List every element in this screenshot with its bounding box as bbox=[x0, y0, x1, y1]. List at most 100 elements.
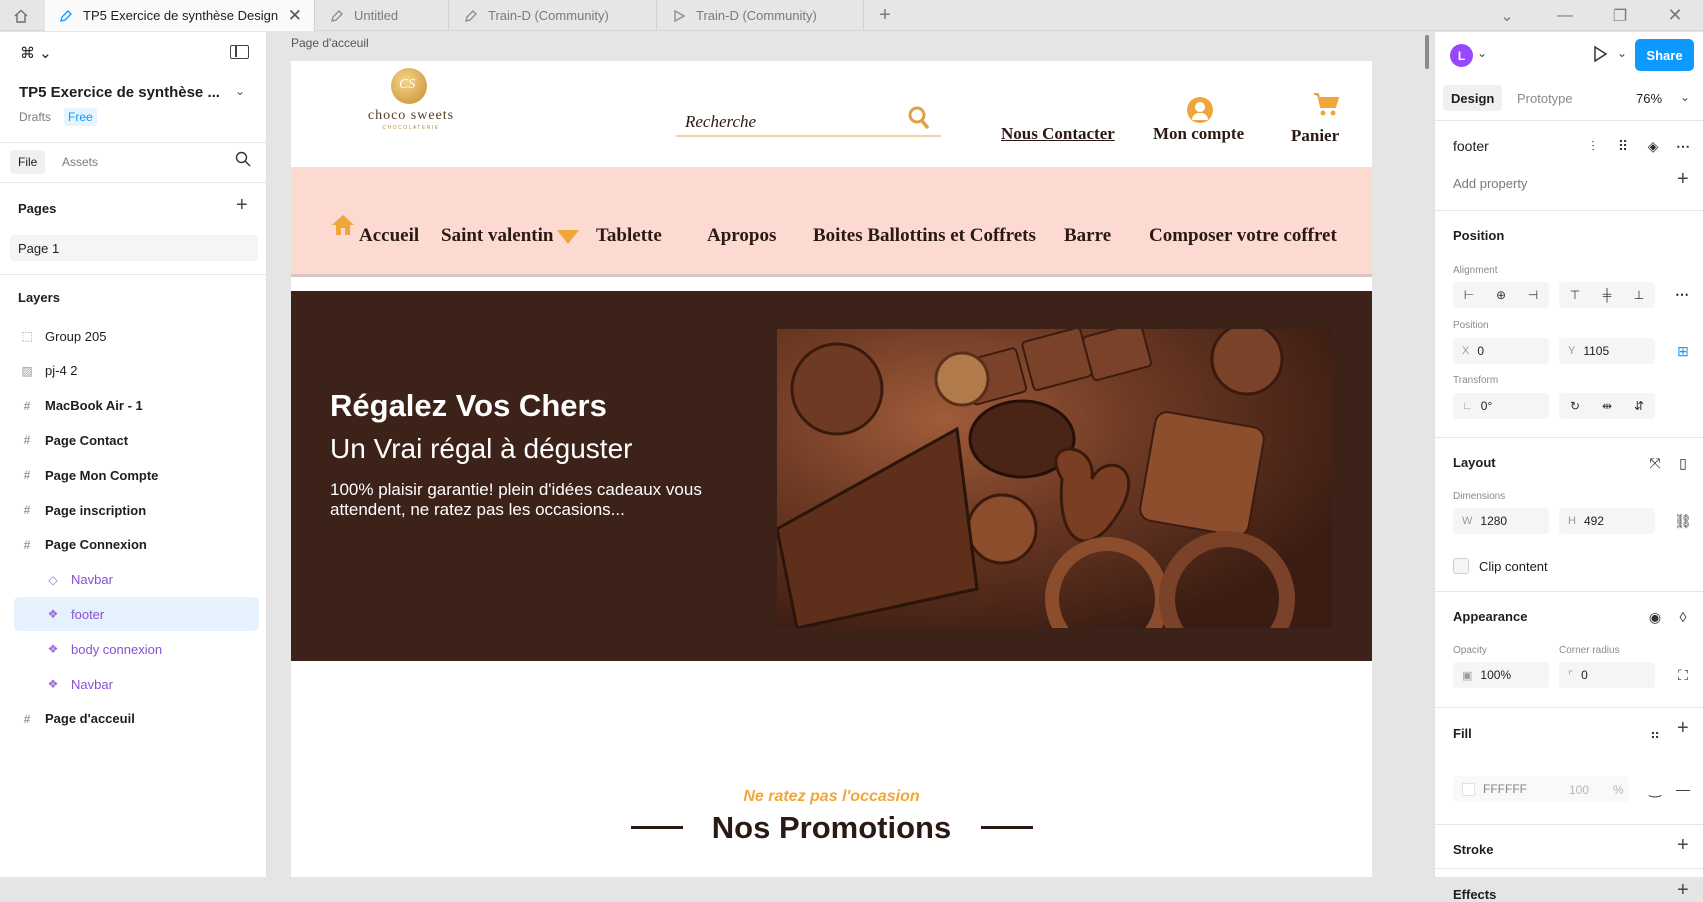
tab-prototype[interactable]: Prototype bbox=[1517, 91, 1573, 106]
dropdown-triangle-icon[interactable] bbox=[557, 230, 579, 249]
zoom-level[interactable]: 76% bbox=[1636, 91, 1662, 106]
flip-vertical-icon[interactable]: ⇵ bbox=[1623, 393, 1655, 419]
restore-icon[interactable]: ❐ bbox=[1605, 0, 1635, 31]
tab-assets[interactable]: Assets bbox=[62, 155, 98, 169]
nav-barre[interactable]: Barre bbox=[1064, 225, 1111, 247]
add-page-plus-icon[interactable]: + bbox=[236, 194, 248, 217]
component-grid-icon[interactable]: ⠿ bbox=[1613, 136, 1633, 156]
file-title[interactable]: TP5 Exercice de synthèse ... bbox=[19, 84, 219, 101]
nav-accueil[interactable]: Accueil bbox=[359, 225, 419, 247]
remove-fill-icon[interactable]: — bbox=[1673, 779, 1693, 799]
site-search-bar[interactable]: Recherche bbox=[676, 103, 941, 137]
align-top-icon[interactable]: ⊤ bbox=[1559, 282, 1591, 308]
nav-apropos[interactable]: Apropos bbox=[707, 225, 776, 247]
nav-tablette[interactable]: Tablette bbox=[596, 225, 662, 247]
page-accueil-frame[interactable]: CS choco sweets CHOCOLATERIE Recherche N… bbox=[291, 61, 1372, 877]
tab-design-file[interactable]: TP5 Exercice de synthèse Design ✕ bbox=[45, 0, 315, 31]
chevron-down-icon[interactable]: ⌄ bbox=[1492, 0, 1522, 31]
blend-mode-drop-icon[interactable]: ◊ bbox=[1673, 607, 1693, 627]
close-icon[interactable]: ✕ bbox=[288, 6, 302, 26]
constrain-proportions-icon[interactable]: ⛓ bbox=[1673, 511, 1693, 531]
layer-row[interactable]: ❖ Navbar bbox=[0, 667, 267, 701]
avatar[interactable]: L bbox=[1450, 44, 1473, 67]
chevron-down-icon[interactable]: ⌄ bbox=[235, 84, 245, 98]
site-logo[interactable]: CS choco sweets CHOCOLATERIE bbox=[356, 68, 461, 138]
height-field[interactable]: H 492 bbox=[1559, 508, 1655, 534]
layer-row[interactable]: # Page Connexion bbox=[0, 528, 267, 562]
add-stroke-plus-icon[interactable]: + bbox=[1677, 834, 1689, 857]
corner-radius-field[interactable]: ⌜ 0 bbox=[1559, 662, 1655, 688]
layer-row[interactable]: # MacBook Air - 1 bbox=[0, 389, 267, 423]
eye-closed-icon[interactable]: ‿ bbox=[1645, 779, 1665, 799]
constraints-icon[interactable]: ⊞ bbox=[1673, 341, 1693, 361]
design-canvas[interactable]: Page d'acceuil CS choco sweets CHOCOLATE… bbox=[268, 32, 1434, 877]
adjust-sliders-icon[interactable]: ⫶ bbox=[1583, 136, 1603, 156]
resize-to-fit-icon[interactable]: ⤧ bbox=[1645, 453, 1665, 473]
account-link[interactable]: Mon compte bbox=[1153, 124, 1244, 144]
canvas-scrollbar[interactable] bbox=[1425, 35, 1429, 69]
layer-row[interactable]: ◇ Navbar bbox=[0, 563, 267, 597]
align-middle-v-icon[interactable]: ╪ bbox=[1591, 282, 1623, 308]
contact-link[interactable]: Nous Contacter bbox=[1001, 124, 1115, 144]
add-property-label[interactable]: Add property bbox=[1453, 176, 1527, 191]
layer-row[interactable]: # Page Mon Compte bbox=[0, 458, 267, 492]
component-diamond-icon[interactable]: ◈ bbox=[1643, 136, 1663, 156]
tab-train-d-1[interactable]: Train-D (Community) bbox=[450, 0, 657, 31]
page-item-page-1[interactable]: Page 1 bbox=[10, 235, 258, 261]
opacity-field[interactable]: ▣ 100% bbox=[1453, 662, 1549, 688]
fill-swatch[interactable] bbox=[1462, 782, 1475, 796]
layer-row[interactable]: ❖ footer bbox=[14, 597, 259, 632]
add-fill-plus-icon[interactable]: + bbox=[1677, 717, 1689, 740]
add-effect-plus-icon[interactable]: + bbox=[1677, 879, 1689, 902]
layer-row[interactable]: ❖ body connexion bbox=[0, 632, 267, 666]
tab-train-d-2[interactable]: Train-D (Community) bbox=[658, 0, 864, 31]
chevron-down-icon[interactable]: ⌄ bbox=[1617, 46, 1627, 60]
frame-label[interactable]: Page d'acceuil bbox=[291, 36, 369, 50]
present-play-icon[interactable] bbox=[1591, 45, 1609, 68]
rotation-field[interactable]: ∟ 0° bbox=[1453, 393, 1549, 419]
layer-row[interactable]: ▨ pj-4 2 bbox=[0, 354, 267, 388]
y-position-field[interactable]: Y 1105 bbox=[1559, 338, 1655, 364]
align-left-icon[interactable]: ⊢ bbox=[1453, 282, 1485, 308]
share-button[interactable]: Share bbox=[1635, 39, 1694, 71]
x-position-field[interactable]: X0 bbox=[1453, 338, 1549, 364]
sidebar-toggle-icon[interactable] bbox=[230, 45, 249, 59]
site-search-input[interactable]: Recherche bbox=[685, 112, 756, 132]
auto-layout-icon[interactable]: ▯ bbox=[1673, 453, 1693, 473]
align-center-h-icon[interactable]: ⊕ bbox=[1485, 282, 1517, 308]
more-align-icon[interactable]: ⋯ bbox=[1675, 286, 1689, 303]
align-right-icon[interactable]: ⊣ bbox=[1517, 282, 1549, 308]
fill-color-field[interactable]: FFFFFF 100 % bbox=[1453, 776, 1629, 802]
clip-content-checkbox[interactable] bbox=[1453, 558, 1469, 574]
rotate-icon[interactable]: ↻ bbox=[1559, 393, 1591, 419]
home-icon[interactable] bbox=[330, 213, 356, 242]
window-close-icon[interactable]: ✕ bbox=[1660, 0, 1690, 31]
cart-icon[interactable] bbox=[1312, 91, 1340, 122]
new-tab-plus-icon[interactable]: + bbox=[870, 0, 900, 31]
drafts-label[interactable]: Drafts bbox=[19, 110, 51, 124]
account-icon[interactable] bbox=[1187, 97, 1213, 123]
layer-row[interactable]: # Page Contact bbox=[0, 423, 267, 457]
layer-row[interactable]: # Page inscription bbox=[0, 493, 267, 527]
chevron-down-icon[interactable]: ⌄ bbox=[1680, 90, 1690, 104]
align-bottom-icon[interactable]: ⊥ bbox=[1623, 282, 1655, 308]
search-icon[interactable] bbox=[908, 106, 930, 135]
tab-untitled[interactable]: Untitled bbox=[316, 0, 449, 31]
search-icon[interactable] bbox=[235, 151, 251, 172]
add-property-plus-icon[interactable]: + bbox=[1677, 168, 1689, 191]
minimize-icon[interactable]: — bbox=[1550, 0, 1580, 31]
tab-file[interactable]: File bbox=[10, 150, 46, 174]
figma-menu-icon[interactable]: ⌘ ⌄ bbox=[20, 44, 52, 62]
nav-saint-valentin[interactable]: Saint valentin bbox=[441, 225, 553, 247]
nav-composer[interactable]: Composer votre coffret bbox=[1149, 225, 1337, 247]
more-options-icon[interactable]: ⋯ bbox=[1673, 136, 1693, 156]
chevron-down-icon[interactable]: ⌄ bbox=[1477, 46, 1487, 60]
layer-row[interactable]: ⬚ Group 205 bbox=[0, 319, 267, 353]
tab-design[interactable]: Design bbox=[1443, 85, 1503, 111]
layer-name[interactable]: footer bbox=[1453, 138, 1489, 154]
style-grid-icon[interactable]: ⠶ bbox=[1645, 724, 1665, 744]
nav-boites[interactable]: Boites Ballottins et Coffrets bbox=[813, 225, 1036, 247]
layer-row[interactable]: # Page d'acceuil bbox=[0, 702, 267, 736]
home-icon[interactable] bbox=[6, 0, 36, 31]
flip-horizontal-icon[interactable]: ⇹ bbox=[1591, 393, 1623, 419]
